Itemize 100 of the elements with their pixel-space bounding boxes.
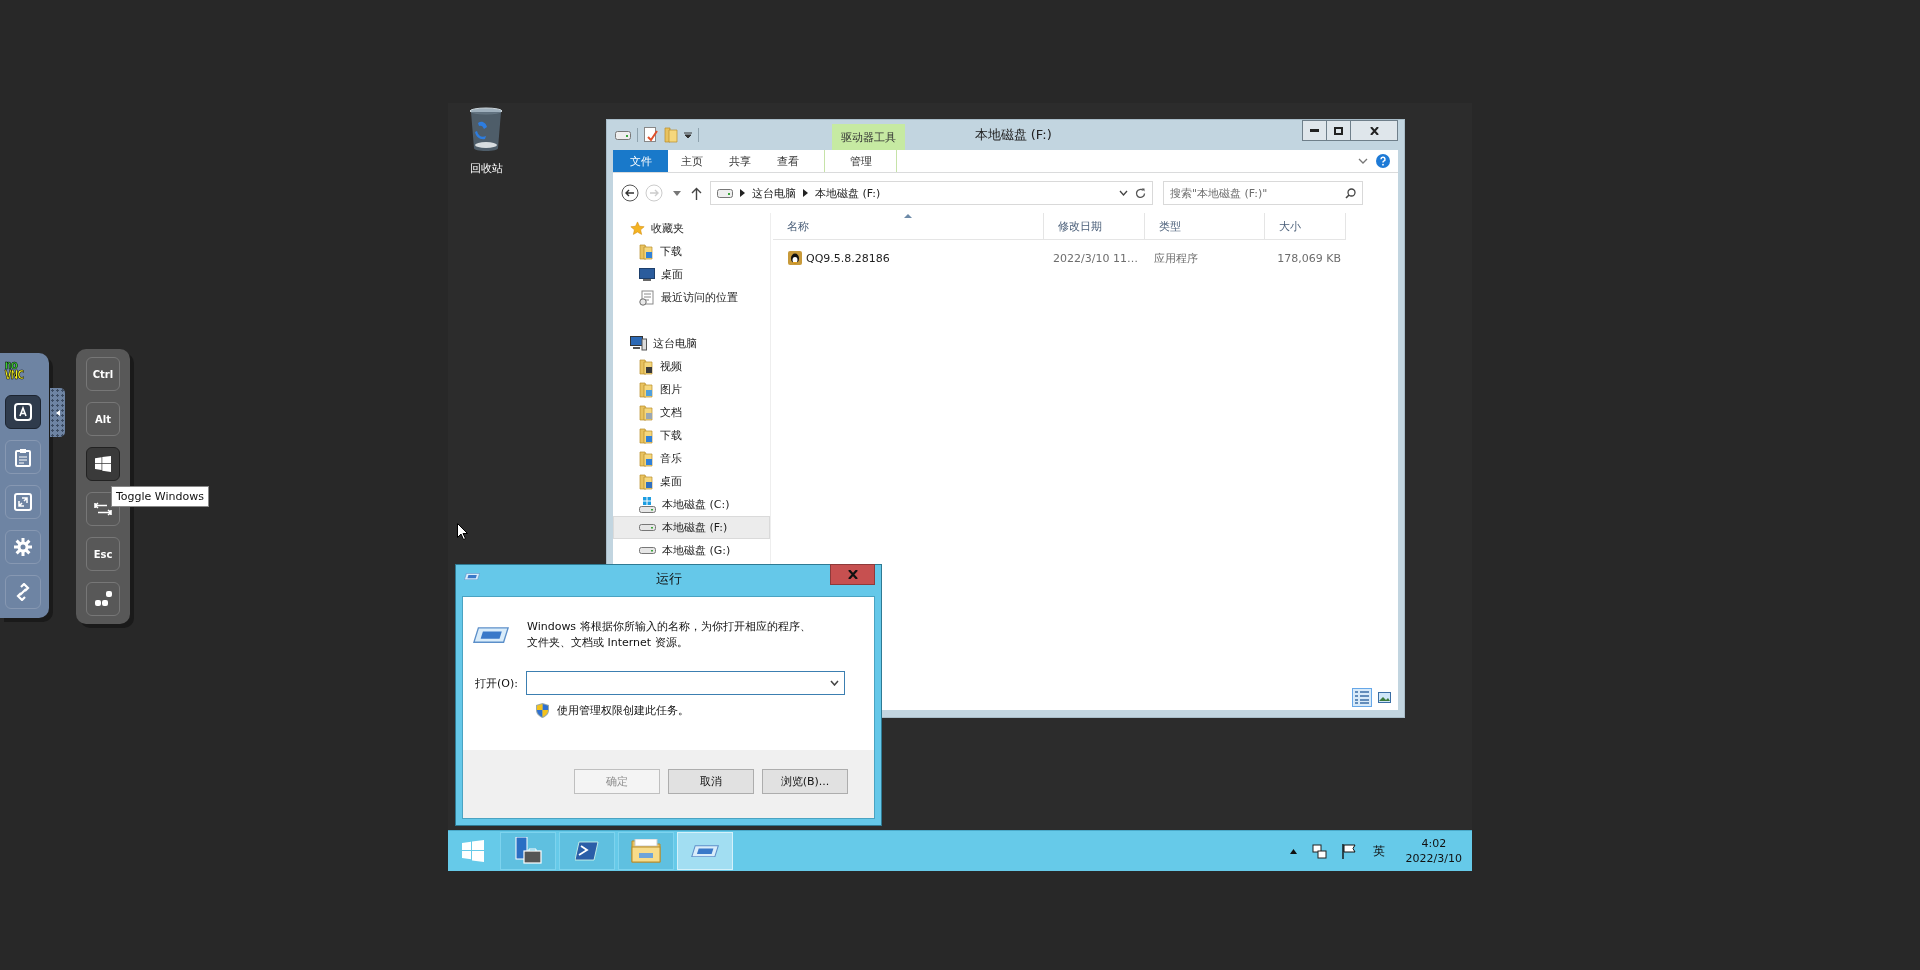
key-button[interactable]: Ctrl <box>86 357 120 391</box>
monitor-icon <box>639 268 655 281</box>
desktop-shortcut[interactable]: 回收站 <box>452 107 520 176</box>
column-header[interactable]: 修改日期 <box>1044 213 1145 240</box>
nav-item[interactable]: 最近访问的位置 <box>613 286 770 309</box>
clipboard-icon <box>14 447 31 467</box>
details-list-icon <box>1355 690 1369 704</box>
address-bar[interactable]: 这台电脑 本地磁盘 (F:) <box>710 181 1153 205</box>
maximize-button[interactable] <box>1326 120 1351 141</box>
trash-bin-icon <box>468 107 504 151</box>
properties-icon[interactable] <box>644 127 658 143</box>
column-header[interactable]: 大小 <box>1265 213 1346 240</box>
ribbon-tab[interactable]: 主页 <box>668 150 716 172</box>
three-dots-icon <box>94 591 112 607</box>
help-icon[interactable] <box>1376 154 1390 168</box>
nav-item[interactable]: 下载 <box>613 240 770 263</box>
nav-item[interactable]: 视频 <box>613 355 770 378</box>
run-window-icon <box>473 627 509 644</box>
details-view-button[interactable] <box>1352 687 1372 707</box>
breadcrumb[interactable]: 这台电脑 <box>752 185 796 201</box>
caret-left-icon <box>55 409 60 416</box>
run-window-icon <box>464 573 480 581</box>
nav-item[interactable]: 文档 <box>613 401 770 424</box>
nav-item[interactable]: 本地磁盘 (F:) <box>613 516 770 539</box>
folder-icon <box>631 839 661 863</box>
caret-icon[interactable] <box>673 190 681 196</box>
folder-icon <box>639 381 654 398</box>
file-row[interactable]: QQ9.5.8.28186 2022/3/10 11… 应用程序 178,069 KB <box>771 246 1398 270</box>
clipboard-button[interactable] <box>4 440 41 474</box>
windows-logo-icon <box>95 456 111 472</box>
key-button[interactable] <box>86 447 120 481</box>
chevron-right-icon <box>803 189 808 197</box>
chevron-down-icon[interactable] <box>1358 158 1368 164</box>
minimize-icon <box>1310 129 1319 132</box>
network-icon[interactable] <box>1311 843 1327 859</box>
file-type: 应用程序 <box>1154 250 1198 266</box>
taskbar-app-button[interactable] <box>559 832 615 870</box>
key-button[interactable]: Esc <box>86 537 120 571</box>
window-title: 本地磁盘 (F:) <box>974 126 1052 144</box>
key-button[interactable] <box>86 582 120 616</box>
drive-icon <box>639 547 656 554</box>
taskbar-app-button[interactable] <box>500 832 556 870</box>
fullscreen-button[interactable] <box>4 485 41 519</box>
refresh-icon[interactable] <box>1135 187 1146 199</box>
admin-note: 使用管理权限创建此任务。 <box>557 703 689 718</box>
nav-item[interactable]: 图片 <box>613 378 770 401</box>
terminal-prompt-icon <box>575 841 599 861</box>
settings-button[interactable] <box>4 530 41 564</box>
up-arrow-icon[interactable] <box>691 186 702 200</box>
folder-icon <box>639 358 654 375</box>
tooltip: Toggle Windows <box>111 486 209 507</box>
panel-handle[interactable] <box>50 388 65 437</box>
minimize-button[interactable] <box>1302 120 1327 141</box>
taskbar-app-button[interactable] <box>618 832 674 870</box>
chevron-down-icon[interactable] <box>1119 190 1128 196</box>
close-icon <box>847 570 858 579</box>
fullscreen-icon <box>13 493 32 511</box>
command-combobox[interactable] <box>526 671 845 695</box>
nav-item[interactable]: 桌面 <box>613 470 770 493</box>
nav-item[interactable]: 下载 <box>613 424 770 447</box>
nav-item[interactable]: 本地磁盘 (C:) <box>613 493 770 516</box>
key-button[interactable]: Alt <box>86 402 120 436</box>
ribbon-tab[interactable]: 共享 <box>716 150 764 172</box>
star-icon <box>630 221 645 236</box>
file-size: 178,069 KB <box>1277 251 1341 265</box>
input-method-indicator[interactable]: 英 <box>1372 842 1385 860</box>
dropdown-icon[interactable] <box>684 131 692 139</box>
caret-up-icon[interactable] <box>1289 848 1297 854</box>
maximize-icon <box>1334 126 1343 135</box>
penguin-app-icon <box>788 251 802 265</box>
keyboard-button[interactable] <box>4 395 41 429</box>
tab-key-icon <box>94 502 112 516</box>
ribbon-tab[interactable]: 查看 <box>764 150 812 172</box>
dialog-title: 运行 <box>655 570 682 588</box>
column-header[interactable]: 名称 <box>773 213 1044 240</box>
mouse-pointer-icon <box>457 523 468 540</box>
dialog-button[interactable]: 取消 <box>668 768 754 794</box>
close-button[interactable] <box>1350 120 1398 141</box>
picture-icon <box>1377 691 1391 703</box>
search-field[interactable]: 搜索"本地磁盘 (F:)" <box>1163 181 1363 205</box>
nav-item[interactable]: 本地磁盘 (G:) <box>613 539 770 562</box>
nav-item[interactable]: 这台电脑 <box>613 332 770 355</box>
shield-icon <box>536 703 549 718</box>
drive-icon[interactable] <box>615 130 631 140</box>
nav-item[interactable]: 音乐 <box>613 447 770 470</box>
folder-icon <box>639 427 654 444</box>
file-tab[interactable]: 文件 <box>613 150 668 172</box>
column-header[interactable]: 类型 <box>1145 213 1265 240</box>
breadcrumb[interactable]: 本地磁盘 (F:) <box>815 185 881 201</box>
flag-icon[interactable] <box>1341 843 1356 859</box>
dialog-button[interactable]: 浏览(B)... <box>762 768 848 794</box>
nav-item[interactable]: 收藏夹 <box>613 217 770 240</box>
drive-icon <box>639 496 656 513</box>
nav-item[interactable]: 桌面 <box>613 263 770 286</box>
folder-icon <box>639 243 654 260</box>
folder-icon <box>639 450 654 467</box>
clock[interactable]: 4:02 2022/3/10 <box>1395 836 1472 866</box>
disconnect-button[interactable] <box>4 575 41 609</box>
back-button[interactable] <box>621 184 639 202</box>
modified-date: 2022/3/10 11… <box>1053 251 1138 265</box>
